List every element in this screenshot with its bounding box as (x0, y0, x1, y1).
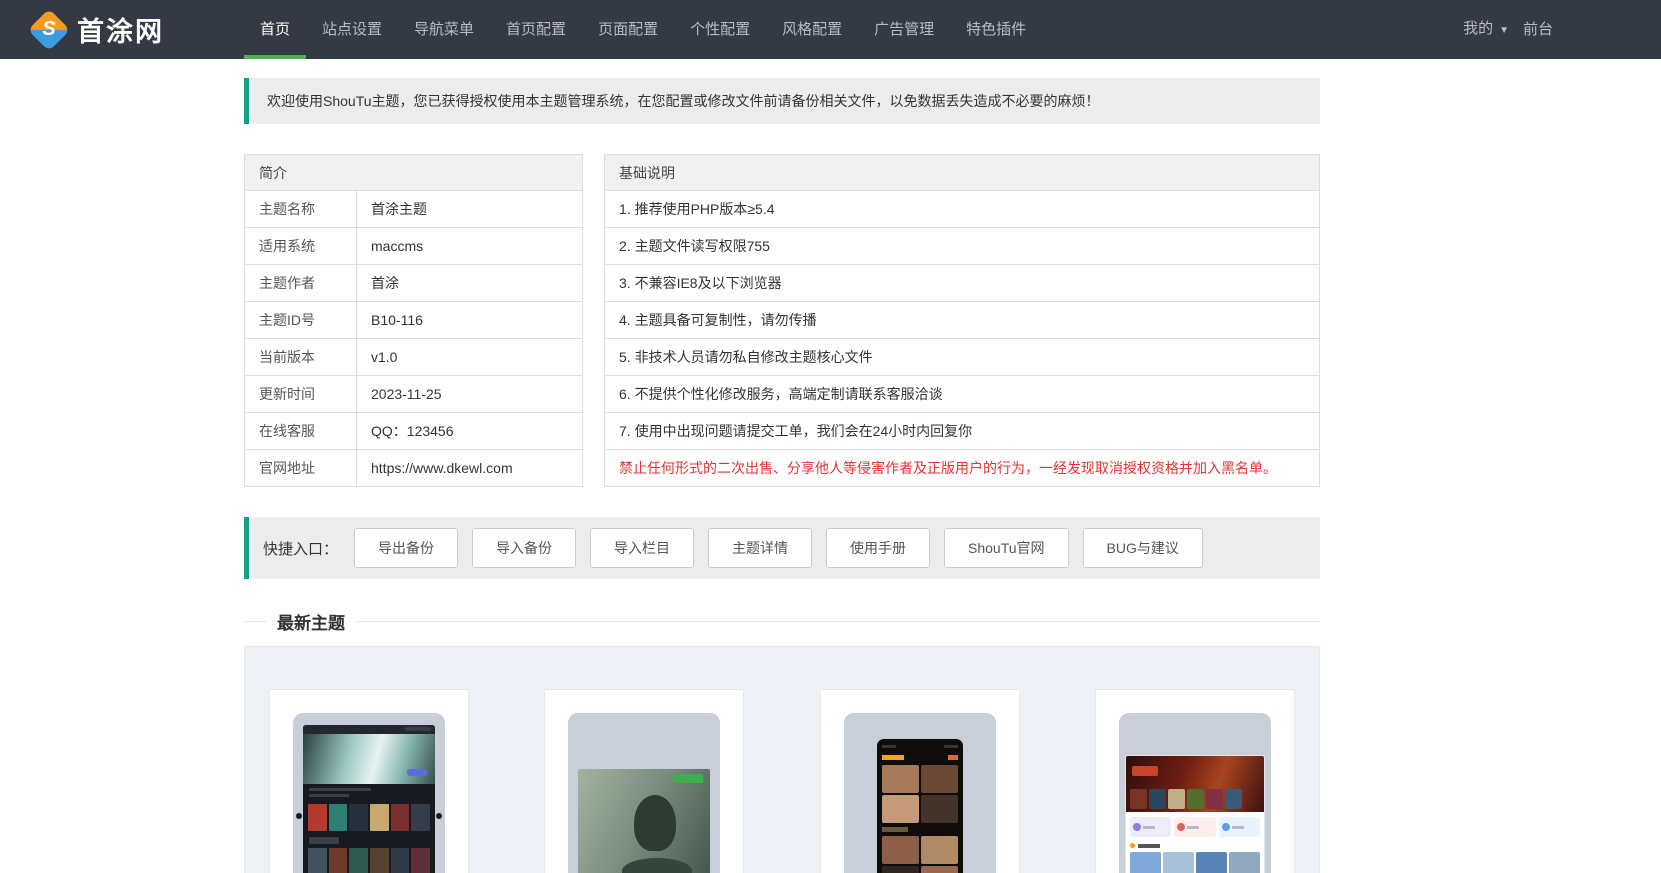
table-row: 5. 非技术人员请勿私自修改主题核心文件 (604, 339, 1320, 376)
nav-item-ad-manage[interactable]: 广告管理 (858, 0, 950, 59)
intro-table-header: 简介 (244, 154, 583, 191)
notes-table: 基础说明 1. 推荐使用PHP版本≥5.4 2. 主题文件读写权限755 3. … (604, 154, 1320, 487)
video-player-theme-preview (568, 713, 721, 873)
nav-item-personal-config[interactable]: 个性配置 (674, 0, 766, 59)
welcome-alert: 欢迎使用ShouTu主题，您已获得授权使用本主题管理系统，在您配置或修改文件前请… (244, 78, 1320, 124)
table-row: 主题ID号 B10-116 (244, 302, 583, 339)
table-row: 官网地址 https://www.dkewl.com (244, 450, 583, 487)
main-nav: 首页 站点设置 导航菜单 首页配置 页面配置 个性配置 风格配置 广告管理 特色… (244, 0, 1042, 59)
my-dropdown[interactable]: 我的 ▼ (1463, 0, 1509, 60)
my-dropdown-label: 我的 (1463, 20, 1494, 37)
table-row: 1. 推荐使用PHP版本≥5.4 (604, 191, 1320, 228)
nav-item-nav-menu[interactable]: 导航菜单 (398, 0, 490, 59)
table-row: 6. 不提供个性化修改服务，高端定制请联系客服洽谈 (604, 376, 1320, 413)
dark-movie-site-preview (293, 713, 445, 873)
table-row: 主题名称 首涂主题 (244, 191, 583, 228)
navbar-right: 我的 ▼ 前台 (1463, 0, 1553, 60)
chevron-down-icon: ▼ (1499, 25, 1509, 36)
page: S 首涂网 首页 站点设置 导航菜单 首页配置 页面配置 个性配置 风格配置 广… (0, 0, 1661, 873)
user-manual-button[interactable]: 使用手册 (826, 528, 931, 568)
nav-item-featured-plugins[interactable]: 特色插件 (950, 0, 1042, 59)
front-site-link[interactable]: 前台 (1523, 0, 1553, 59)
quick-entry-bar: 快捷入口： 导出备份 导入备份 导入栏目 主题详情 使用手册 ShouTu官网 … (244, 517, 1320, 579)
site-logo[interactable]: S 首涂网 (27, 0, 164, 59)
logo-icon: S (27, 8, 71, 51)
top-navbar: S 首涂网 首页 站点设置 导航菜单 首页配置 页面配置 个性配置 风格配置 广… (0, 0, 1661, 59)
shoutu-official-site-button[interactable]: ShouTu官网 (944, 528, 1069, 568)
latest-themes-panel (244, 646, 1320, 873)
quick-entry-label: 快捷入口： (263, 540, 339, 558)
nav-item-page-config[interactable]: 页面配置 (582, 0, 674, 59)
logo-monogram: S (42, 18, 56, 40)
nav-item-home-config[interactable]: 首页配置 (490, 0, 582, 59)
nav-item-site-settings[interactable]: 站点设置 (306, 0, 398, 59)
latest-themes-title: 最新主题 (244, 609, 1320, 633)
table-row: 在线客服 QQ：123456 (244, 413, 583, 450)
intro-table: 简介 主题名称 首涂主题 适用系统 maccms 主题作者 首涂 主题ID号 B… (244, 154, 583, 487)
table-row: 主题作者 首涂 (244, 265, 583, 302)
table-row: 7. 使用中出现问题请提交工单，我们会在24小时内回复你 (604, 413, 1320, 450)
theme-card[interactable] (819, 689, 1020, 873)
theme-card[interactable] (269, 689, 469, 873)
table-row: 适用系统 maccms (244, 228, 583, 265)
table-row: 4. 主题具备可复制性，请勿传播 (604, 302, 1320, 339)
theme-details-button[interactable]: 主题详情 (708, 528, 813, 568)
table-row: 3. 不兼容IE8及以下浏览器 (604, 265, 1320, 302)
mobile-app-theme-preview (843, 713, 996, 873)
nav-item-style-config[interactable]: 风格配置 (766, 0, 858, 59)
official-site-url: https://www.dkewl.com (371, 460, 513, 476)
export-backup-button[interactable]: 导出备份 (354, 528, 459, 568)
notes-table-header: 基础说明 (604, 154, 1320, 191)
table-row: 2. 主题文件读写权限755 (604, 228, 1320, 265)
welcome-alert-text: 欢迎使用ShouTu主题，您已获得授权使用本主题管理系统，在您配置或修改文件前请… (267, 93, 1100, 109)
import-backup-button[interactable]: 导入备份 (472, 528, 577, 568)
table-row: 当前版本 v1.0 (244, 339, 583, 376)
nav-item-home[interactable]: 首页 (244, 0, 307, 59)
main-content: 欢迎使用ShouTu主题，您已获得授权使用本主题管理系统，在您配置或修改文件前请… (244, 78, 1320, 873)
import-columns-button[interactable]: 导入栏目 (590, 528, 695, 568)
info-tables: 简介 主题名称 首涂主题 适用系统 maccms 主题作者 首涂 主题ID号 B… (244, 154, 1320, 487)
bug-suggestion-button[interactable]: BUG与建议 (1082, 528, 1203, 568)
piracy-warning-text: 禁止任何形式的二次出售、分享他人等侵害作者及正版用户的行为，一经发现取消授权资格… (604, 450, 1320, 487)
light-movie-site-preview (1118, 713, 1271, 873)
logo-text: 首涂网 (77, 17, 164, 47)
theme-card[interactable] (1094, 689, 1295, 873)
table-row: 更新时间 2023-11-25 (244, 376, 583, 413)
theme-card[interactable] (544, 689, 745, 873)
